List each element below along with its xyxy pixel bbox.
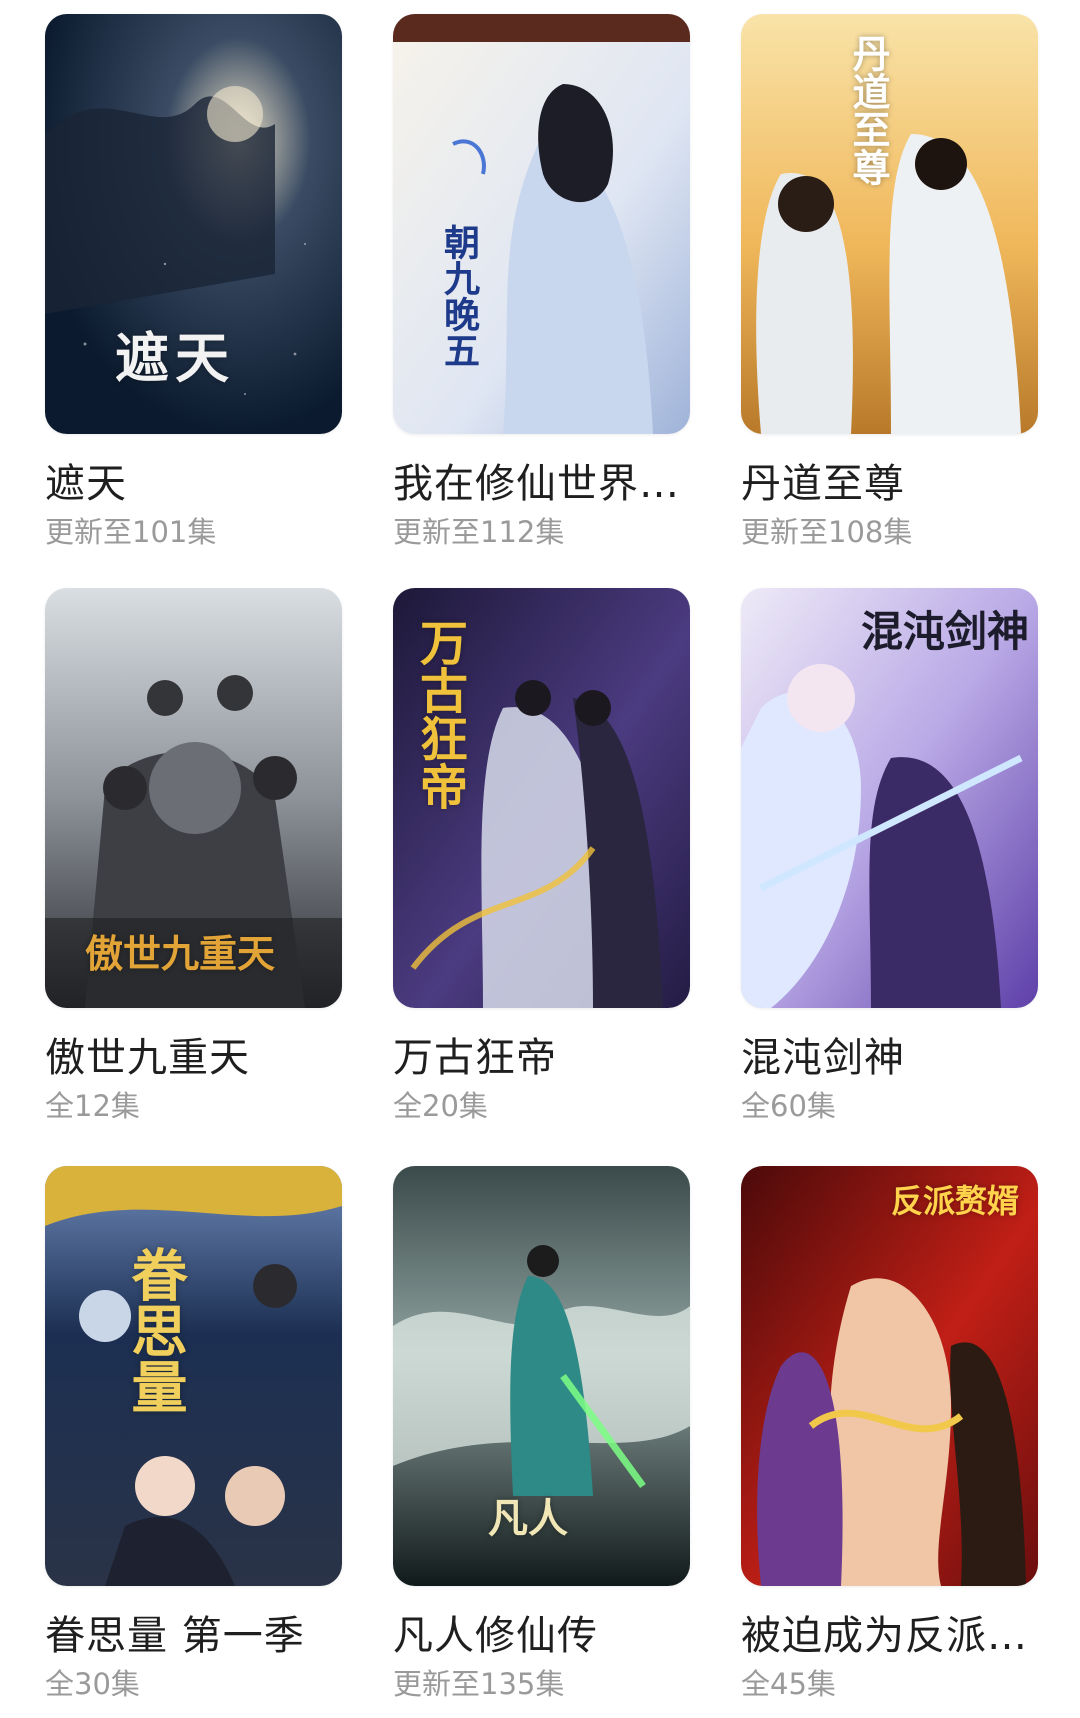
episode-count: 更新至108集	[741, 515, 913, 549]
drama-title: 万古狂帝	[393, 1035, 557, 1081]
poster-image[interactable]: 朝九晚五	[393, 14, 690, 434]
drama-grid: 遮天 遮天 更新至101集 朝九晚五 我在修仙世界… 更新至112集 丹道至尊 …	[0, 0, 1080, 1718]
drama-card[interactable]: 反派赘婿 被迫成为反派… 全45集	[741, 1166, 1038, 1702]
episode-count: 全12集	[45, 1089, 140, 1123]
poster-title-text: 傲世九重天	[85, 931, 276, 976]
drama-card[interactable]: 朝九晚五 我在修仙世界… 更新至112集	[393, 14, 690, 550]
drama-title: 傲世九重天	[45, 1035, 250, 1081]
episode-count: 全20集	[393, 1089, 488, 1123]
drama-title: 混沌剑神	[741, 1035, 905, 1081]
drama-title: 遮天	[45, 461, 127, 507]
poster-image[interactable]: 凡人	[393, 1166, 690, 1586]
drama-card[interactable]: 凡人 凡人修仙传 更新至135集	[393, 1166, 690, 1702]
drama-title: 眷思量 第一季	[45, 1613, 305, 1659]
episode-count: 更新至101集	[45, 515, 217, 549]
episode-count: 全60集	[741, 1089, 836, 1123]
poster-image[interactable]: 眷思量	[45, 1166, 342, 1586]
poster-title-text: 朝九晚五	[438, 224, 480, 368]
drama-title: 被迫成为反派…	[741, 1613, 1028, 1659]
poster-title-text: 反派赘婿	[891, 1182, 1020, 1220]
poster-title-text: 万古狂帝	[411, 618, 467, 810]
episode-count: 全45集	[741, 1667, 836, 1701]
drama-card[interactable]: 万古狂帝 万古狂帝 全20集	[393, 588, 690, 1124]
episode-count: 更新至112集	[393, 515, 565, 549]
drama-title: 凡人修仙传	[393, 1613, 598, 1659]
episode-count: 全30集	[45, 1667, 140, 1701]
drama-title: 丹道至尊	[741, 461, 905, 507]
poster-image[interactable]: 傲世九重天	[45, 588, 342, 1008]
poster-title-text: 混沌剑神	[861, 607, 1030, 656]
drama-card[interactable]: 眷思量 眷思量 第一季 全30集	[45, 1166, 342, 1702]
drama-card[interactable]: 遮天 遮天 更新至101集	[45, 14, 342, 550]
poster-title-text: 凡人	[488, 1495, 568, 1542]
poster-title-text: 遮天	[115, 326, 235, 390]
episode-count: 更新至135集	[393, 1667, 565, 1701]
poster-title-text: 丹道至尊	[846, 34, 891, 186]
drama-card[interactable]: 混沌剑神 混沌剑神 全60集	[741, 588, 1038, 1124]
poster-image[interactable]: 万古狂帝	[393, 588, 690, 1008]
poster-image[interactable]: 反派赘婿	[741, 1166, 1038, 1586]
poster-image[interactable]: 丹道至尊	[741, 14, 1038, 434]
poster-title-text: 眷思量	[122, 1246, 188, 1414]
poster-image[interactable]: 遮天	[45, 14, 342, 434]
drama-card[interactable]: 丹道至尊 丹道至尊 更新至108集	[741, 14, 1038, 550]
drama-card[interactable]: 傲世九重天 傲世九重天 全12集	[45, 588, 342, 1124]
poster-image[interactable]: 混沌剑神	[741, 588, 1038, 1008]
drama-title: 我在修仙世界…	[393, 461, 680, 507]
